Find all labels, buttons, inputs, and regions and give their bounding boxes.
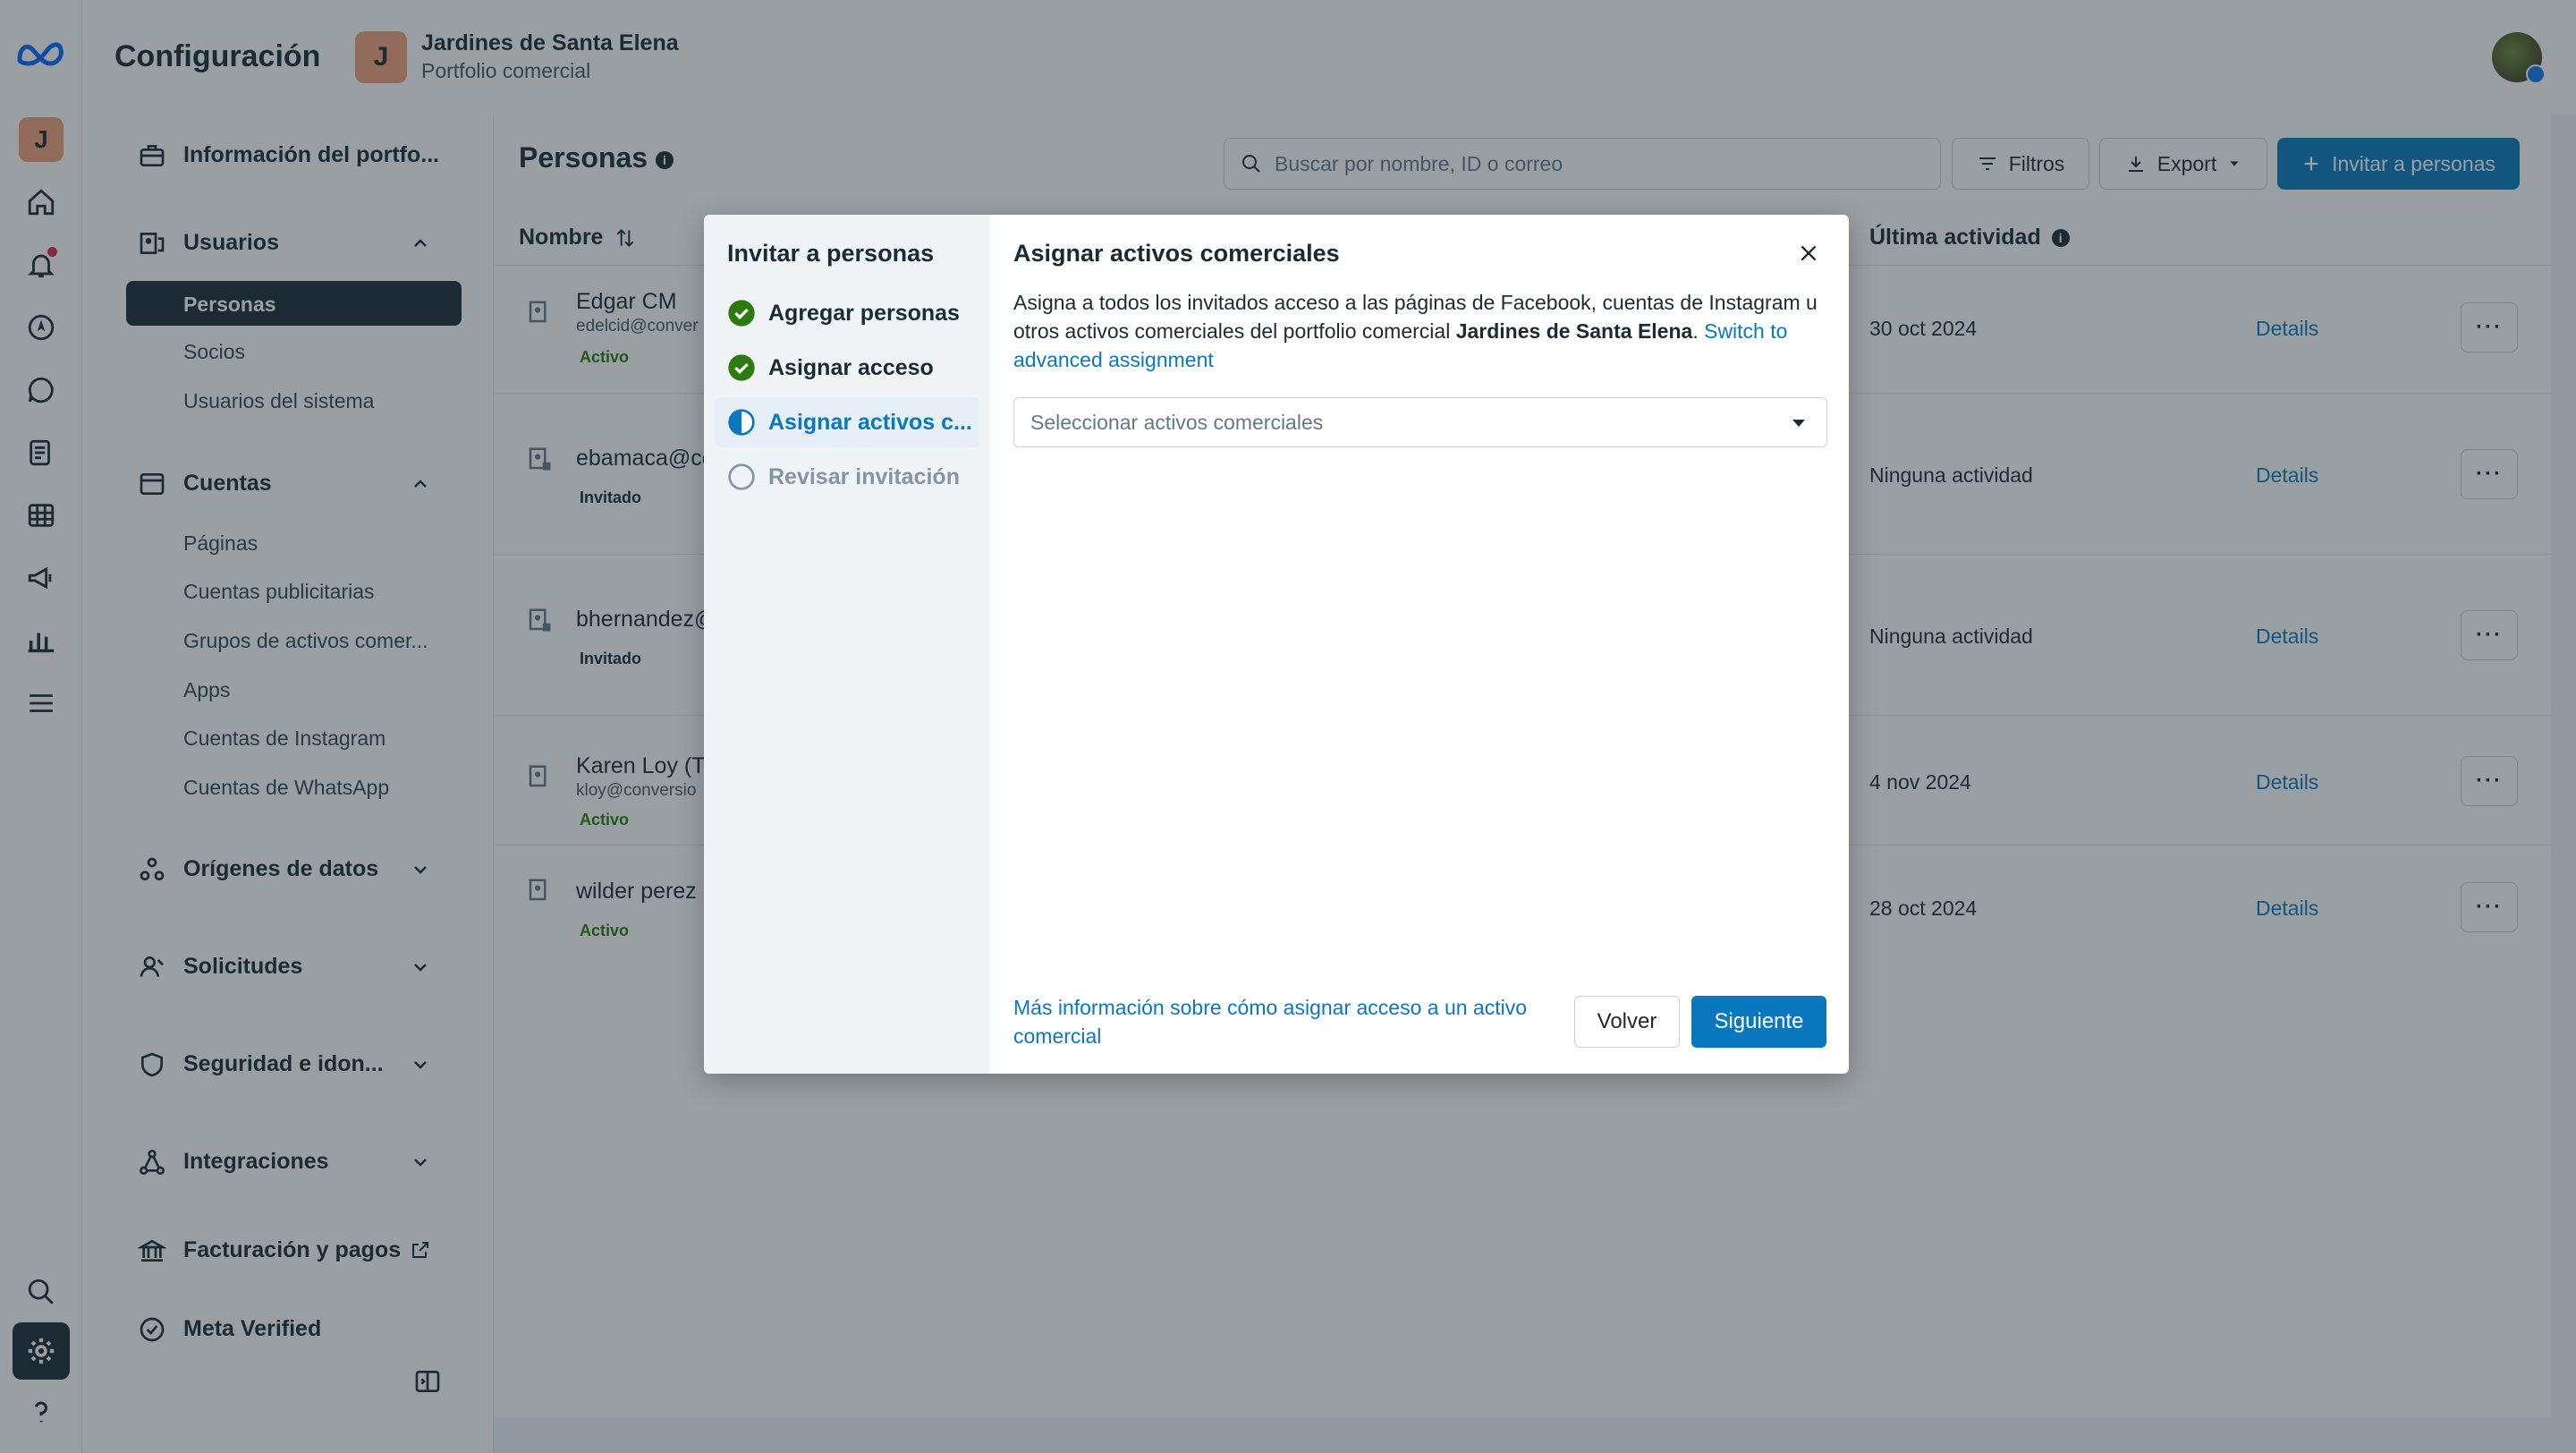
wizard-steps: Invitar a personas Agregar personas Asig… [704,215,990,1074]
step-assign-access[interactable]: Asignar acceso [715,343,979,393]
step-add-people[interactable]: Agregar personas [715,288,979,338]
next-button[interactable]: Siguiente [1691,996,1826,1048]
help-link[interactable]: Más información sobre cómo asignar acces… [1013,993,1568,1050]
step-label: Asignar activos c... [768,409,972,435]
select-placeholder: Seleccionar activos comerciales [1030,410,1324,434]
half-circle-icon [728,409,755,436]
invite-people-modal: Invitar a personas Agregar personas Asig… [704,215,1849,1074]
wizard-title: Invitar a personas [727,240,935,267]
back-button[interactable]: Volver [1574,996,1680,1048]
description-period: . [1692,319,1705,343]
step-label: Revisar invitación [768,463,960,489]
caret-down-icon [1792,420,1805,427]
step-label: Asignar acceso [768,354,934,380]
panel-description: Asigna a todos los invitados acceso a la… [1013,288,1827,374]
check-circle-icon [728,354,755,381]
description-org: Jardines de Santa Elena [1455,319,1693,343]
step-label: Agregar personas [768,300,960,326]
asset-select-dropdown[interactable]: Seleccionar activos comerciales [1013,397,1827,447]
step-assign-assets[interactable]: Asignar activos c... [715,397,979,447]
empty-circle-icon [728,463,755,490]
close-icon[interactable] [1797,242,1820,265]
panel-title: Asignar activos comerciales [1013,240,1340,267]
step-review-invitation[interactable]: Revisar invitación [715,452,979,502]
check-circle-icon [728,300,755,327]
